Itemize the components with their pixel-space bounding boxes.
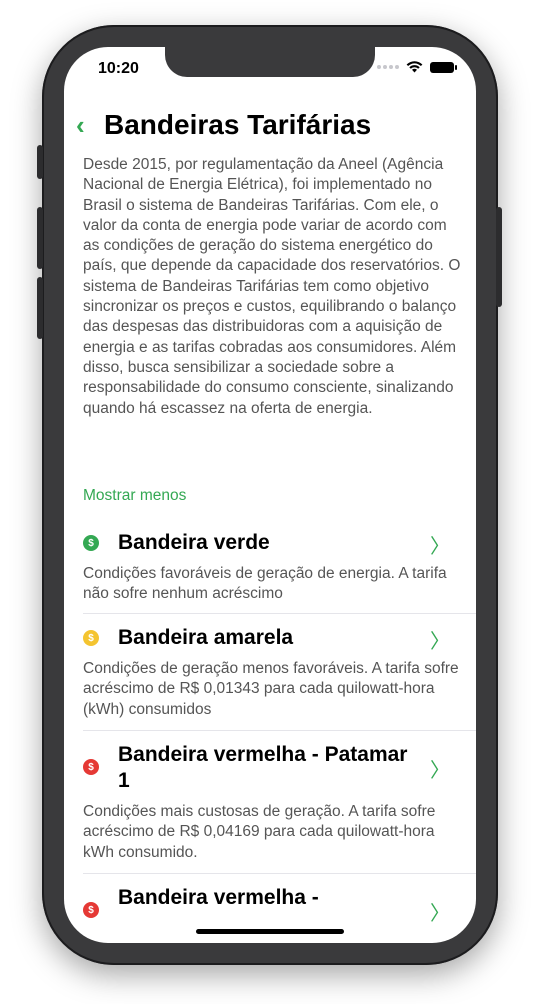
chevron-right-icon: 〉	[430, 536, 450, 558]
item-description: Condições mais custosas de geração. A ta…	[83, 803, 436, 861]
battery-icon	[430, 61, 457, 73]
item-title: Bandeira vermelha - Patamar 1	[118, 743, 408, 792]
item-title: Bandeira amarela	[118, 626, 294, 649]
list-item-bandeira-vermelha-2[interactable]: $ Bandeira vermelha - 〉	[83, 885, 476, 925]
dollar-icon: $	[83, 535, 99, 551]
item-description: Condições favoráveis de geração de energ…	[83, 565, 447, 603]
notch	[165, 47, 375, 77]
divider	[83, 730, 476, 731]
dollar-icon: $	[83, 759, 99, 775]
signal-icon	[377, 65, 399, 69]
item-description: Condições de geração menos favoráveis. A…	[83, 660, 459, 718]
dollar-icon: $	[83, 902, 99, 918]
status-icons	[377, 61, 457, 73]
divider	[83, 613, 476, 614]
status-time: 10:20	[98, 60, 139, 77]
show-less-link[interactable]: Mostrar menos	[83, 487, 186, 505]
list-item-bandeira-amarela[interactable]: $ Bandeira amarela 〉 Condições de geraçã…	[83, 625, 476, 720]
volume-up-button	[37, 207, 43, 269]
back-button[interactable]: ‹	[76, 110, 104, 141]
power-button	[496, 207, 502, 307]
chevron-right-icon: 〉	[430, 760, 450, 782]
list-item-bandeira-verde[interactable]: $ Bandeira verde 〉 Condições favoráveis …	[83, 530, 476, 605]
mute-switch	[37, 145, 43, 179]
chevron-right-icon: 〉	[430, 631, 450, 653]
wifi-icon	[406, 61, 423, 73]
screen: 10:20 ‹ Bandeiras Tarifárias Desde 2015,…	[64, 47, 476, 943]
nav-bar: ‹ Bandeiras Tarifárias	[76, 109, 371, 141]
volume-down-button	[37, 277, 43, 339]
home-indicator[interactable]	[196, 929, 344, 934]
page-title: Bandeiras Tarifárias	[104, 109, 372, 140]
item-title: Bandeira vermelha -	[118, 886, 319, 909]
description-text: Desde 2015, por regulamentação da Aneel …	[83, 156, 461, 417]
chevron-right-icon: 〉	[430, 903, 450, 925]
dollar-icon: $	[83, 630, 99, 646]
divider	[83, 873, 476, 874]
item-title: Bandeira verde	[118, 531, 270, 554]
list-item-bandeira-vermelha-1[interactable]: $ Bandeira vermelha - Patamar 1 〉 Condiç…	[83, 742, 476, 863]
